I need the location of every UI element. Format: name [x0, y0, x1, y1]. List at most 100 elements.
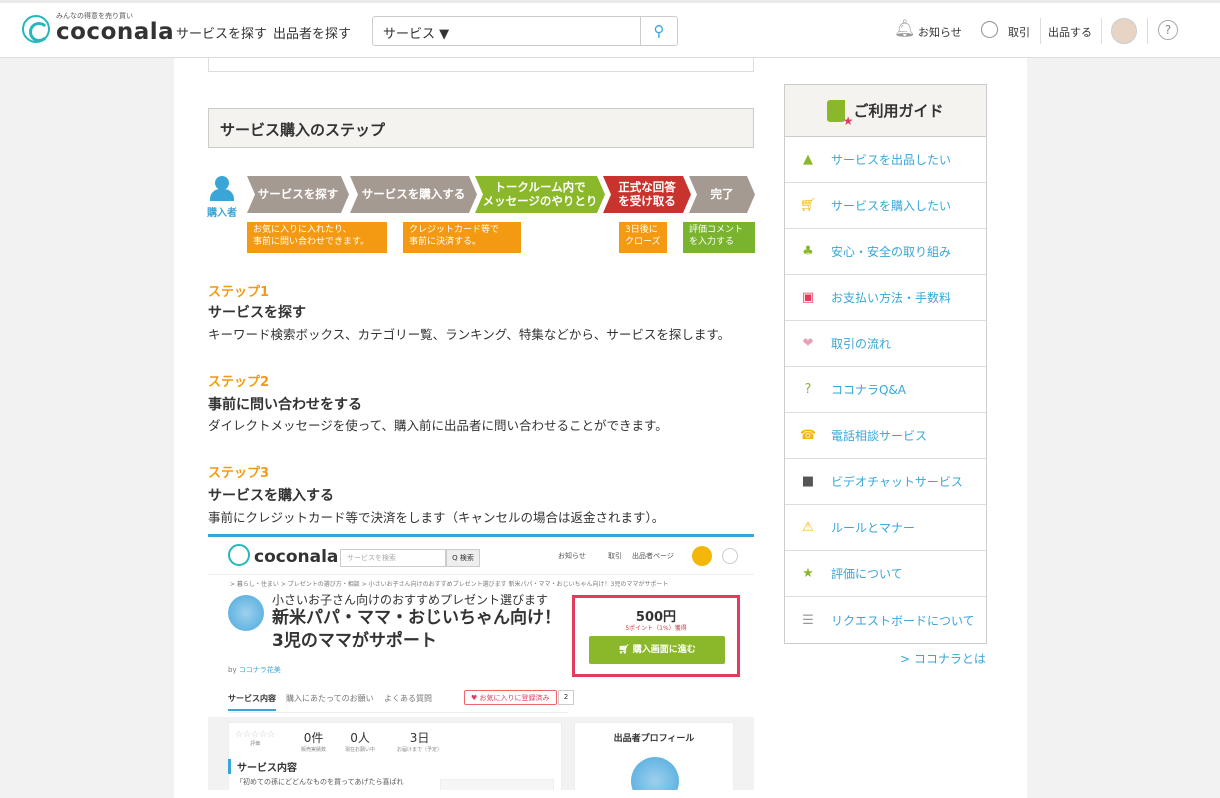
cart-icon: 🛒︎: [618, 645, 633, 655]
screenshot-service-heading: サービス内容: [228, 759, 297, 774]
trades-link[interactable]: 取引: [1008, 24, 1030, 40]
screenshot-service-thumbnail: [228, 595, 264, 631]
screenshot-search-button: Q 検索: [446, 549, 480, 567]
screenshot-points: 5ポイント（1%）獲得: [625, 625, 687, 632]
search-icon: ⚲: [653, 22, 665, 40]
stat-label: 評価: [250, 741, 261, 747]
flow-step-talkroom: トークルーム内で メッセージのやりとり: [475, 176, 605, 213]
stat-label: お届けまで（予定）: [397, 747, 443, 753]
card-icon: ▣: [801, 290, 815, 305]
guide-list: ▲ サービスを出品したい 🛒︎ サービスを購入したい ♣ 安心・安全の取り組み ▣ お支払い方…: [785, 137, 986, 643]
guide-item[interactable]: ☎ 電話相談サービス: [785, 413, 986, 459]
screenshot-profile-avatar: [631, 757, 679, 790]
screenshot-service-desc: 「初めての孫にどどんなものを買ってあげたら喜ばれ: [236, 778, 404, 786]
screenshot-header: coconala サービスを検索 Q 検索 お知らせ 取引 出品者ページ: [208, 537, 754, 575]
search-category-select[interactable]: サービス ▼: [372, 16, 460, 46]
nav-find-sellers[interactable]: 出品者を探す: [273, 23, 351, 42]
divider: [1101, 18, 1102, 44]
phone-icon: ☎: [799, 428, 817, 443]
guide-item[interactable]: ♣ 安心・安全の取り組み: [785, 229, 986, 275]
guide-item-label: ビデオチャットサービス: [831, 475, 963, 489]
usage-guide-sidebar: ご利用ガイド ▲ サービスを出品したい 🛒︎ サービスを購入したい ♣ 安心・安全の取り組…: [784, 84, 987, 644]
screenshot-seller-page: 出品者ページ: [632, 552, 674, 560]
step1-heading: サービスを探す: [208, 305, 306, 321]
stat-label: 販売実績数: [301, 747, 327, 753]
search-button[interactable]: ⚲: [640, 16, 678, 46]
guide-item-label: サービスを購入したい: [831, 199, 952, 213]
screenshot-tab-service: サービス内容: [228, 693, 276, 711]
guide-item[interactable]: ★ 評価について: [785, 551, 986, 597]
guide-item[interactable]: ▲ サービスを出品したい: [785, 137, 986, 183]
screenshot-avatar: [692, 546, 712, 566]
screenshot-by-prefix: by: [228, 666, 239, 674]
screenshot-search-field: サービスを検索: [340, 549, 446, 567]
about-coconala-link[interactable]: > ココナラとは: [900, 650, 986, 667]
screenshot-by-name: ココナラ花美: [238, 666, 281, 674]
screenshot-profile-heading: 出品者プロフィール: [613, 734, 695, 744]
sell-link[interactable]: 出品する: [1048, 24, 1092, 40]
screenshot-logo-icon: [228, 544, 250, 566]
screenshot-buy-button: 🛒︎ 購入画面に進む: [589, 636, 725, 664]
search-input[interactable]: [459, 16, 641, 46]
step3-heading: サービスを購入する: [208, 488, 334, 504]
step1-label: ステップ1: [208, 285, 270, 300]
guide-title: ご利用ガイド: [853, 102, 944, 120]
nav-find-services[interactable]: サービスを探す: [176, 23, 267, 42]
chat-bubble-icon: ◯: [980, 19, 1000, 39]
flow-note-purchase: クレジットカード等で 事前に決済する。: [403, 222, 521, 253]
logo-mark-icon: [22, 15, 50, 43]
site-header: みんなの得意を売り買い coconala サービスを探す 出品者を探す サービス…: [0, 0, 1220, 58]
site-logo[interactable]: みんなの得意を売り買い coconala: [22, 12, 175, 45]
cart-icon: 🛒︎: [799, 198, 817, 213]
screenshot-trades: 取引: [608, 552, 622, 560]
flow-step-complete: 完了: [689, 176, 755, 213]
screenshot-subtitle: 小さいお子さん向けのおすすめプレゼント選びます: [272, 593, 549, 607]
stat-value: ☆☆☆☆☆: [235, 730, 276, 740]
warning-icon: ⚠: [802, 520, 814, 535]
screenshot-favorite-count: 2: [558, 690, 574, 705]
guide-item-label: お支払い方法・手数料: [831, 291, 952, 305]
screenshot-help-icon: [722, 548, 738, 564]
screenshot-buy-label: 購入画面に進む: [632, 645, 696, 655]
user-avatar[interactable]: [1111, 18, 1137, 44]
guide-item-label: 取引の流れ: [831, 337, 892, 351]
logo-text: coconala: [56, 19, 175, 45]
screenshot-price-highlight: 500円 5ポイント（1%）獲得 🛒︎ 購入画面に進む: [572, 595, 740, 677]
flow-note-review: 評価コメント を入力する: [683, 222, 755, 253]
step2-label: ステップ2: [208, 375, 270, 390]
step1-description: キーワード検索ボックス、カテゴリー覧、ランキング、特集などから、サービスを探しま…: [208, 327, 731, 342]
flow-note-find: お気に入りに入れたり、 事前に問い合わせできます。: [247, 222, 387, 253]
screenshot-favorite-badge: ♥ お気に入りに登録済み: [464, 690, 557, 705]
guide-item[interactable]: ☰ リクエストボードについて: [785, 597, 986, 643]
guide-item[interactable]: ⚠ ルールとマナー: [785, 505, 986, 551]
guide-item-label: 安心・安全の取り組み: [831, 245, 952, 259]
screenshot-by: by ココナラ花美: [228, 665, 281, 675]
video-icon: ■: [801, 474, 815, 489]
divider: [1147, 18, 1148, 44]
step3-description: 事前にクレジットカード等で決済をします（キャンセルの場合は返金されます）。: [208, 510, 665, 525]
step2-heading: 事前に問い合わせをする: [208, 397, 362, 413]
section-title: サービス購入のステップ: [208, 108, 754, 148]
step2-description: ダイレクトメッセージを使って、購入前に出品者に問い合わせることができます。: [208, 418, 668, 433]
screenshot-service-image: [440, 779, 554, 790]
guide-item[interactable]: ❤ 取引の流れ: [785, 321, 986, 367]
guide-item[interactable]: ▣ お支払い方法・手数料: [785, 275, 986, 321]
flow-step-purchase: サービスを購入する: [350, 176, 477, 213]
notifications-link[interactable]: お知らせ: [918, 24, 962, 40]
guide-item[interactable]: ? ココナラQ&A: [785, 367, 986, 413]
purchase-page-screenshot: coconala サービスを検索 Q 検索 お知らせ 取引 出品者ページ > 暮…: [208, 534, 754, 790]
guide-book-icon: [827, 99, 853, 128]
clover-icon: ♣: [802, 244, 814, 259]
step3-label: ステップ3: [208, 466, 270, 481]
rating-icon: ★: [802, 566, 814, 581]
guide-item[interactable]: 🛒︎ サービスを購入したい: [785, 183, 986, 229]
screenshot-breadcrumb: > 暮らし・住まい > プレゼントの選び方・相談 > 小さいお子さん向けのおすす…: [230, 581, 669, 588]
guide-item[interactable]: ■ ビデオチャットサービス: [785, 459, 986, 505]
screenshot-tabs: サービス内容 購入にあたってのお願い よくある質問 ♥ お気に入りに登録済み 2: [228, 689, 574, 713]
screenshot-stat-delivery: 3日 お届けまで（予定）: [397, 729, 442, 753]
previous-section-box: [208, 58, 754, 72]
guide-item-label: ルールとマナー: [831, 521, 916, 535]
stat-value: 0人: [350, 731, 370, 745]
help-icon[interactable]: ?: [1158, 20, 1178, 40]
flow-step-find: サービスを探す: [247, 176, 349, 213]
